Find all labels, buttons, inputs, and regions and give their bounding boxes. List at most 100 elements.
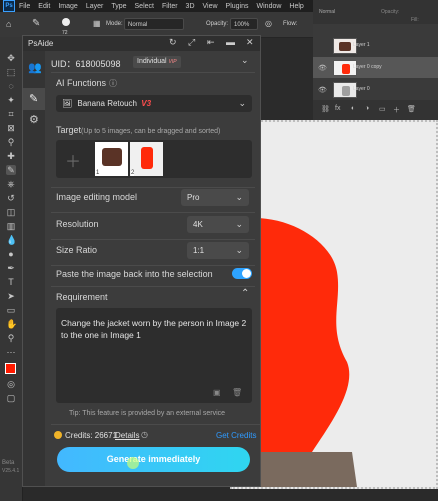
chevron-up-icon[interactable]: ⌃ [241,288,249,299]
brush-tool-icon[interactable]: ✎ [32,18,40,30]
target-images-area: ＋ 1 2 [56,140,252,178]
layer-row[interactable]: 👁 Layer 0 [313,79,438,100]
divider [51,424,260,425]
stamp-tool-icon[interactable]: ⎈ [6,179,16,189]
home-icon[interactable]: ⌂ [6,18,11,30]
history-icon[interactable]: ◷ [141,430,148,439]
menu-view[interactable]: View [203,3,218,10]
opacity-input[interactable]: 100% [230,18,258,30]
requirement-textarea[interactable]: Change the jacket worn by the person in … [56,308,252,403]
mode-select[interactable]: Normal [124,18,184,30]
path-select-icon[interactable]: ➤ [6,291,16,301]
menu-layer[interactable]: Layer [86,3,104,10]
foreground-color-swatch[interactable] [5,363,16,374]
photoshop-logo-icon: Ps [3,0,15,12]
close-icon[interactable]: ✕ [246,37,254,48]
resolution-select[interactable]: 4K ⌄ [187,216,249,233]
brush-tool-icon[interactable]: ✎ [6,165,16,175]
model-select[interactable]: Pro ⌄ [181,189,249,206]
mouse-cursor-icon [127,457,139,469]
sidebar-edit-tab[interactable]: ✎ [23,88,45,110]
chevron-down-icon: ⌄ [235,192,243,202]
requirement-label: Requirement [56,292,108,302]
add-image-icon[interactable]: ＋ [65,148,81,172]
history-brush-icon[interactable]: ↺ [6,193,16,203]
zoom-tool-icon[interactable]: ⚲ [6,333,16,343]
move-tool-icon[interactable]: ✥ [6,53,16,63]
dodge-tool-icon[interactable]: ● [6,249,16,259]
link-layers-icon[interactable]: ⛓ [321,105,330,113]
layers-panel: Normal Opacity: Fill: Layer 1 👁 Layer 0 … [313,0,438,120]
generate-button-label: Generate immediately [106,454,201,464]
brush-settings-icon[interactable]: ▦ [93,18,101,30]
frame-tool-icon[interactable]: ⊠ [6,123,16,133]
target-thumb-2[interactable]: 2 [130,142,163,176]
marquee-tool-icon[interactable]: ⬚ [6,67,16,77]
shape-tool-icon[interactable]: ▭ [6,305,16,315]
add-mask-icon[interactable]: ◐ [351,105,355,112]
visibility-eye-icon[interactable]: 👁 [318,64,327,72]
beta-label: Beta [2,460,15,466]
blur-tool-icon[interactable]: 💧 [6,235,17,245]
delete-layer-icon[interactable]: 🗑 [407,105,416,113]
pin-icon[interactable]: ⇤ [207,37,215,48]
pressure-opacity-icon[interactable]: ◎ [265,18,272,30]
quick-mask-icon[interactable]: ◎ [6,379,16,389]
quick-select-tool-icon[interactable]: ✦ [6,95,16,105]
generate-button[interactable]: Generate immediately [57,447,250,472]
paste-back-label: Paste the image back into the selection [56,269,213,279]
pen-tool-icon[interactable]: ✒ [6,263,16,273]
mode-value: Normal [128,22,148,28]
hand-tool-icon[interactable]: ✋ [6,319,17,329]
get-credits-link[interactable]: Get Credits [216,431,256,440]
adjustment-layer-icon[interactable]: ◑ [365,105,369,112]
type-tool-icon[interactable]: T [6,277,16,287]
refresh-icon[interactable]: ↻ [169,37,177,48]
new-group-icon[interactable]: ▭ [379,105,386,113]
users-icon[interactable]: 👥 [28,61,42,74]
paste-back-toggle[interactable] [232,268,252,279]
eyedropper-tool-icon[interactable]: ⚲ [6,137,16,147]
menu-plugins[interactable]: Plugins [226,3,249,10]
chevron-down-icon: ⌄ [235,219,243,229]
menu-3d[interactable]: 3D [186,3,195,10]
thumb-index: 2 [131,170,135,176]
menu-filter[interactable]: Filter [162,3,178,10]
menu-help[interactable]: Help [289,3,303,10]
credits-coin-icon [54,431,62,439]
new-layer-icon[interactable]: ＋ [393,105,400,115]
more-tools-icon[interactable]: ⋯ [6,347,16,357]
minimize-icon[interactable]: ▬ [226,37,235,47]
layer-style-icon[interactable]: fx [335,105,340,112]
healing-tool-icon[interactable]: ✚ [6,151,16,161]
layers-header: Normal Opacity: Fill: [313,0,438,24]
expand-icon[interactable]: ⤢ [188,37,195,48]
visibility-eye-icon[interactable]: 👁 [318,86,327,94]
crop-tool-icon[interactable]: ⌗ [6,109,16,119]
target-thumb-1[interactable]: 1 [95,142,128,176]
menu-type[interactable]: Type [111,3,126,10]
document-canvas[interactable] [230,120,438,489]
details-link[interactable]: Details [115,431,139,440]
menu-select[interactable]: Select [135,3,154,10]
size-ratio-select[interactable]: 1:1 ⌄ [187,242,249,259]
menu-window[interactable]: Window [257,3,282,10]
layer-row[interactable]: Layer 1 [313,35,438,56]
ai-function-select[interactable]: 🖼 Banana Retouch V3 ⌄ [56,95,252,112]
settings-icon[interactable]: ⚙ [29,113,39,126]
info-icon[interactable]: ⓘ [109,78,117,89]
gradient-tool-icon[interactable]: ▥ [6,221,16,231]
image-insert-icon[interactable]: ▣ [213,388,221,397]
lasso-tool-icon[interactable]: ◌ [6,81,16,91]
brush-preset-picker[interactable] [62,18,70,30]
account-chevron-icon[interactable]: ⌄ [241,55,249,66]
trash-icon[interactable]: 🗑 [232,388,242,397]
menu-image[interactable]: Image [58,3,77,10]
screen-mode-icon[interactable]: ▢ [6,393,16,403]
canvas-image [232,122,436,487]
layer-row-selected[interactable]: 👁 Layer 0 copy [313,57,438,78]
menu-file[interactable]: File [19,3,30,10]
layers-blend-mode[interactable]: Normal [319,9,335,15]
eraser-tool-icon[interactable]: ◫ [6,207,16,217]
menu-edit[interactable]: Edit [38,3,50,10]
